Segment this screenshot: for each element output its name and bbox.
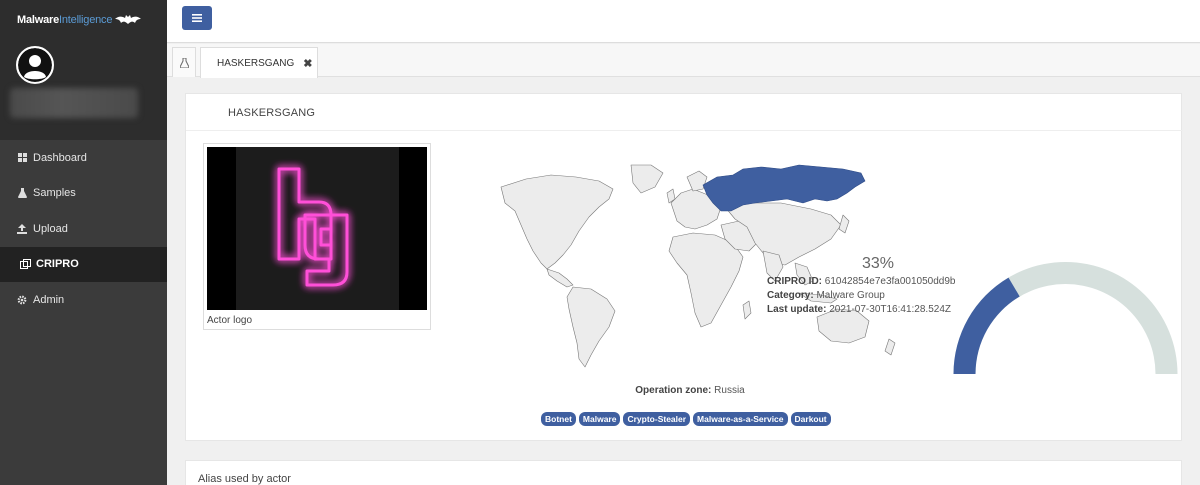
tag-list: Botnet Malware Crypto-Stealer Malware-as… xyxy=(541,412,831,426)
user-icon xyxy=(18,48,52,82)
tab-bar: HASKERSGANG ✖ xyxy=(167,44,1200,78)
operation-zone-label: Operation zone: xyxy=(635,385,712,396)
brand-name-suffix: Intelligence xyxy=(59,14,113,26)
map-region-japan xyxy=(838,214,850,234)
operation-zone: Operation zone: Russia xyxy=(590,385,790,396)
alias-title: Alias used by actor xyxy=(198,473,291,485)
bat-icon xyxy=(115,15,142,24)
sidebar-item-cripro[interactable]: CRIPRO xyxy=(0,246,167,282)
tab-haskersgang[interactable]: HASKERSGANG ✖ xyxy=(200,47,318,78)
cripro-id-row: CRIPRO ID: 61042854e7e3fa001050dd9b xyxy=(767,275,955,289)
brand-logo[interactable]: Malware Intelligence xyxy=(17,14,142,26)
sidebar-item-upload[interactable]: Upload xyxy=(0,211,167,247)
sidebar-nav: Dashboard Samples Upload CRIPRO Admin xyxy=(0,140,167,318)
category-label: Category: xyxy=(767,290,814,301)
last-update-label: Last update: xyxy=(767,304,827,315)
tag-darkout[interactable]: Darkout xyxy=(790,412,831,426)
sidebar-header: Malware Intelligence xyxy=(0,0,167,140)
actor-logo-image xyxy=(207,147,427,310)
map-region-greenland xyxy=(630,164,664,194)
dashboard-icon xyxy=(16,153,28,163)
divider xyxy=(186,130,1183,131)
flask-icon xyxy=(16,188,28,199)
gauge-fill xyxy=(953,277,1020,374)
category-row: Category: Malware Group xyxy=(767,289,955,303)
map-region-south-america xyxy=(566,286,616,368)
last-update-row: Last update: 2021-07-30T16:41:28.524Z xyxy=(767,303,955,317)
tag-malware[interactable]: Malware xyxy=(578,412,621,426)
sidebar-item-label: Dashboard xyxy=(33,151,87,164)
username-blurred xyxy=(10,88,138,118)
threat-gauge xyxy=(953,262,1178,374)
sidebar-item-admin[interactable]: Admin xyxy=(0,282,167,318)
map-region-north-america xyxy=(500,174,614,270)
tag-botnet[interactable]: Botnet xyxy=(541,412,576,426)
tag-crypto-stealer[interactable]: Crypto-Stealer xyxy=(623,412,691,426)
sidebar-item-label: CRIPRO xyxy=(36,258,79,271)
cripro-id-label: CRIPRO ID: xyxy=(767,276,822,287)
cripro-id-value: 61042854e7e3fa001050dd9b xyxy=(824,276,956,287)
sidebar-item-samples[interactable]: Samples xyxy=(0,176,167,212)
actor-card: HASKERSGANG Actor logo Operation zone: R… xyxy=(185,93,1183,441)
tag-malware-as-a-service[interactable]: Malware-as-a-Service xyxy=(693,412,788,426)
close-icon[interactable]: ✖ xyxy=(303,57,312,70)
actor-logo xyxy=(277,167,349,287)
actor-metadata: CRIPRO ID: 61042854e7e3fa001050dd9b Cate… xyxy=(767,275,955,317)
avatar[interactable] xyxy=(16,46,54,84)
sidebar-item-label: Samples xyxy=(33,187,76,200)
map-region-africa xyxy=(668,232,744,328)
brand-name: Malware xyxy=(17,14,60,26)
sidebar-item-label: Upload xyxy=(33,222,68,235)
map-region-new-zealand xyxy=(884,338,896,356)
card-title: HASKERSGANG xyxy=(228,107,316,119)
tab-home[interactable] xyxy=(172,47,196,77)
upload-icon xyxy=(16,223,28,234)
top-bar xyxy=(167,0,1200,43)
alias-card: Alias used by actor xyxy=(185,460,1182,485)
tab-label: HASKERSGANG xyxy=(217,57,295,69)
gear-icon xyxy=(16,295,28,305)
sidebar: Malware Intelligence Dashboard Samples U… xyxy=(0,0,167,485)
sidebar-item-label: Admin xyxy=(33,293,65,306)
logo-caption: Actor logo xyxy=(207,315,253,326)
map-region-central-america xyxy=(546,268,574,288)
flask-icon xyxy=(179,57,189,68)
menu-toggle-button[interactable] xyxy=(182,6,212,30)
last-update-value: 2021-07-30T16:41:28.524Z xyxy=(829,304,951,315)
sidebar-item-dashboard[interactable]: Dashboard xyxy=(0,140,167,176)
category-value: Malware Group xyxy=(816,290,885,301)
map-region-madagascar xyxy=(742,300,752,320)
cripro-icon xyxy=(19,259,31,270)
hamburger-icon xyxy=(192,14,202,22)
gauge-percentage: 33% xyxy=(862,255,895,272)
operation-zone-value: Russia xyxy=(714,385,745,396)
actor-logo-box: Actor logo xyxy=(203,143,431,330)
